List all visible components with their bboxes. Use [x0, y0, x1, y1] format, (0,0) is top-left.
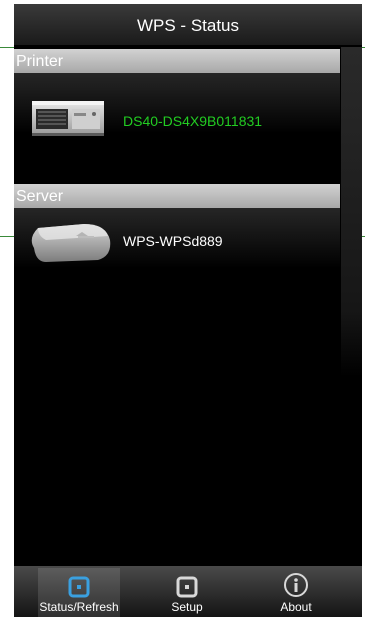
printer-section-header: Printer	[14, 49, 340, 73]
status-refresh-icon	[68, 576, 90, 598]
server-name: WPS-WPSd889	[123, 233, 223, 249]
page-title: WPS - Status	[136, 16, 240, 35]
server-section-header: Server	[14, 184, 340, 208]
status-list[interactable]: Printer DS40-DS4X9B011831 Server WPS-WPS…	[14, 47, 340, 566]
title-bar: WPS - Status	[14, 4, 362, 46]
app-screen: WPS - Status Printer DS40-DS4X9B011831 S…	[14, 4, 362, 617]
server-icon	[31, 224, 111, 262]
tab-about[interactable]: About	[261, 568, 331, 617]
info-icon	[284, 573, 308, 597]
setup-icon	[176, 576, 198, 598]
tab-status-refresh[interactable]: Status/Refresh	[38, 568, 120, 617]
page: WPS - Status Printer DS40-DS4X9B011831 S…	[0, 0, 365, 617]
server-section-title: Server	[16, 188, 64, 205]
printer-section-title: Printer	[16, 53, 64, 70]
bottom-tab-bar: Status/Refresh Setup About	[14, 566, 362, 617]
tab-status-refresh-label: Status/Refresh	[39, 600, 119, 614]
scrollbar[interactable]	[341, 47, 362, 377]
tab-setup[interactable]: Setup	[152, 568, 222, 617]
server-row[interactable]: WPS-WPSd889	[14, 208, 340, 318]
printer-name: DS40-DS4X9B011831	[123, 113, 263, 129]
tab-setup-label: Setup	[171, 600, 203, 614]
printer-row[interactable]: DS40-DS4X9B011831	[14, 73, 340, 183]
tab-about-label: About	[280, 600, 312, 614]
printer-icon	[32, 101, 104, 136]
